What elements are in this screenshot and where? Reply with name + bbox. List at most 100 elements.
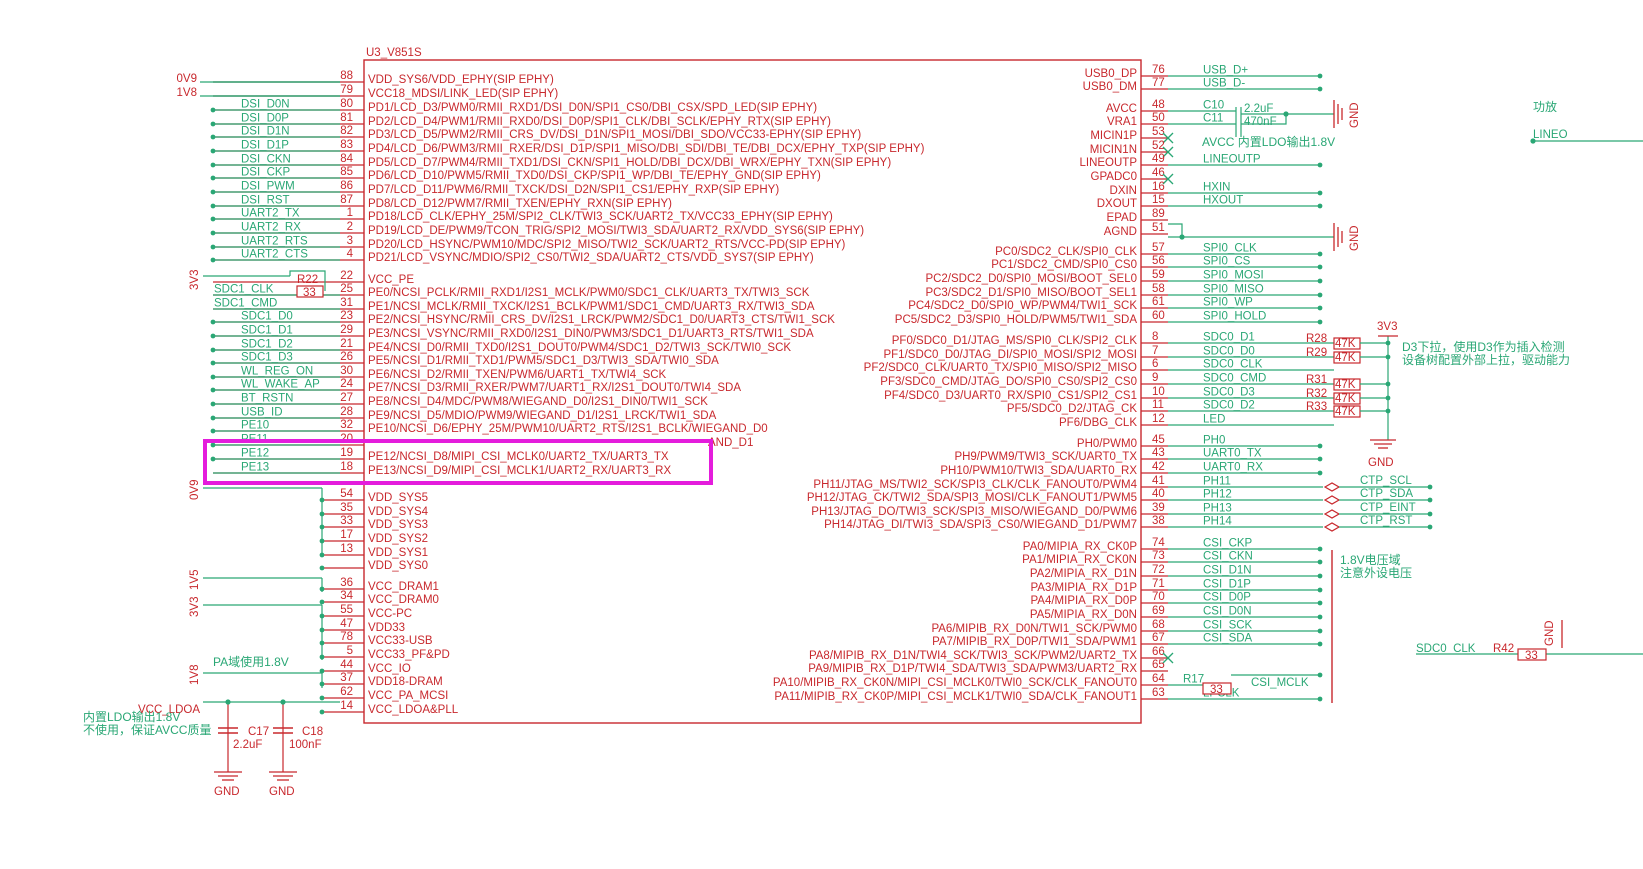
pin-number: 67 [1152,632,1165,644]
pin-number: 25 [340,283,353,295]
net-end-dot [210,456,216,462]
net-end-dot [210,148,216,154]
d3-pullup-note-2: 设备树配置外部上拉，驱动能力 [1402,352,1570,367]
net-label: SDC0_D2 [1203,400,1255,412]
net-end-dot [210,230,216,236]
pin-name: PA4/MIPIA_RX_D0P [1030,595,1137,607]
net-label: PH14 [1203,516,1232,528]
pin-number: 16 [1152,181,1165,193]
net-label: HXIN [1203,182,1230,194]
c17-value: 2.2uF [233,739,262,751]
pin-number: 54 [340,488,353,500]
pin-name: PH9/PWM9/TWI3_SCK/UART0_TX [954,451,1137,463]
net-end-dot [210,189,216,195]
lineo-label: LINEO [1533,129,1568,141]
net-label: SDC0_CMD [1203,373,1266,385]
net-label: SDC0_D0 [1203,346,1255,358]
net-end-dot [1317,203,1323,209]
net-end-dot [1317,672,1323,678]
pin-name: PA8/MIPIB_RX_D1N/TWI4_SCK/TWI3_SCK/PWM2/… [809,650,1137,662]
net-label: R17 [1183,674,1204,686]
pin-name: PE13/NCSI_D9/MIPI_CSI_MCLK1/UART2_RX/UAR… [368,465,671,477]
net-end-dot [210,216,216,222]
pin-name: VCC-PC [368,608,412,620]
pin-name: VDD18-DRAM [368,676,443,688]
pa-domain-note: PA域使用1.8V [213,654,289,669]
pin-name: PF3/SDC0_CMD/JTAG_DO/SPI0_CS0/SPI2_CS0 [880,376,1137,388]
pullup-resistor-ref: R31 [1306,374,1327,386]
junction [319,695,325,701]
net-label: LINEOUTP [1203,154,1261,166]
net-end-dot [210,333,216,339]
net-label: WL_WAKE_AP [241,379,320,391]
pin-number: 11 [1152,399,1164,411]
net-label: C10 [1203,100,1224,112]
pullup-resistor-value: 47K [1335,393,1356,405]
ctp-connector-diamond [1323,522,1341,532]
pin-name: VCC_IO [368,663,411,675]
net-end-dot [210,203,216,209]
pin-number: 12 [1152,413,1165,425]
net-end-dot [1317,696,1323,702]
pin-name: PE4/NCSI_D0/RMII_TXD0/I2S1_DOUT0/PWM4/SD… [368,342,791,354]
net-label: USB_D- [1203,78,1245,90]
net-label: SPI0_CLK [1203,243,1257,255]
pin-number: 60 [1152,310,1165,322]
pin-number: 73 [1152,550,1165,562]
pin-number: 83 [340,139,353,151]
junction [1283,111,1289,117]
pin-name: VDD_SYS0 [368,560,428,572]
pullup-resistor-value: 47K [1335,406,1356,418]
pin-name: VCC_DRAM0 [368,594,439,606]
net-end-dot [1317,278,1323,284]
pin-number: 35 [340,502,353,514]
pin-number: 70 [1152,591,1165,603]
pin-name: PD19/LCD_DE/PWM9/TCON_TRIG/SPI2_MOSI/TWI… [368,225,864,237]
pin-number: 13 [340,543,353,555]
ldo-note-1: 内置LDO输出1.8V [83,709,180,724]
net-label: SPI0_CS [1203,256,1251,268]
net-end-dot [1317,305,1323,311]
net-label: DSI_CKP [241,167,291,179]
net-label: SDC1_D1 [241,325,293,337]
net-end-dot [210,401,216,407]
net-label: CSI_CKP [1203,538,1253,550]
pin-name: VDD_SYS3 [368,519,428,531]
pin-name: VCC_PE [368,274,414,286]
net-end-dot [1317,264,1323,270]
pin-name: VRA1 [1107,116,1137,128]
pin-number: 32 [340,419,353,431]
pin-name: DXIN [1110,185,1137,197]
net-end-dot [210,442,216,448]
pullup-resistor-ref: R29 [1306,347,1327,359]
pin-name: PE2/NCSI_HSYNC/RMII_CRS_DV/I2S1_LRCK/PWM… [368,314,835,326]
pin-number: 89 [1152,208,1165,220]
junction [280,699,286,705]
pin-name: LINEOUTP [1079,157,1137,169]
net-label: USB_ID [241,407,283,419]
pin-name: PC5/SDC2_D3/SPI0_HOLD/PWM5/TWI1_SDA [895,314,1138,326]
pin-name: PA6/MIPIB_RX_D0N/TWI1_SCK/PWM0 [931,623,1137,635]
v3v3-right-label: 3V3 [1377,321,1397,333]
r22-ref: R22 [297,274,318,286]
pin-name: PA2/MIPIA_RX_D1N [1030,568,1137,580]
junction [319,709,325,715]
pin-number: 42 [1152,461,1165,473]
pin-name: PD7/LCD_D11/PWM6/RMII_TXCK/DSI_D2N/SPI1_… [368,184,779,196]
net-end-dot [1317,456,1323,462]
pin-number: 58 [1152,283,1165,295]
pin-name: PC2/SDC2_D0/SPI0_MOSI/BOOT_SEL0 [925,273,1137,285]
net-label: DSI_D1N [241,126,290,138]
pin-number: 46 [1152,167,1165,179]
net-label: SPI0_WP [1203,297,1253,309]
pin-number: 82 [340,125,353,137]
pin-number: 1 [347,207,353,219]
pin-number: 51 [1152,222,1165,234]
pin-number: 31 [340,297,353,309]
net-end-dot [1317,573,1323,579]
pin-number: 37 [340,672,353,684]
pullup-resistor-value: 47K [1335,379,1356,391]
pin-number: 14 [340,700,353,712]
net-end-dot [210,134,216,140]
pin-number: 15 [1152,194,1165,206]
